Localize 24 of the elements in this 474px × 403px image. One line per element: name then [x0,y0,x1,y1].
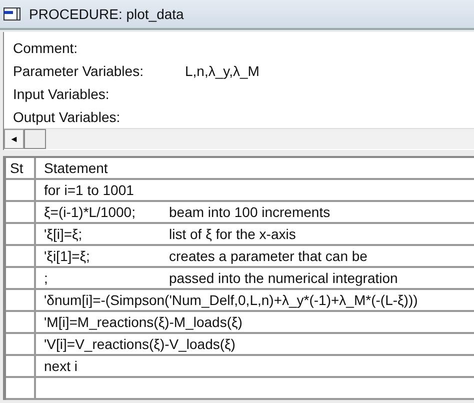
statement-code: 'M[i]=M_reactions(ξ)-M_loads(ξ) [44,313,242,332]
statement-code: 'δnum[i]=-(Simpson('Num_Delf,0,L,n)+λ_y*(-1)+λ_M*(-(L-ξ))) [44,291,418,310]
window-title: PROCEDURE: plot_data [29,6,184,22]
field-label: Parameter Variables: [13,62,144,78]
statement-comment: passed into the numerical integration [169,269,398,288]
field-label: Input Variables: [13,86,110,102]
statement-code: 'ξ[i]=ξ; [44,225,84,244]
statement-comment: list of ξ for the x-axis [169,225,296,244]
statement-code: next i [44,357,78,376]
statement-code: ; [44,269,49,288]
statement-code: for i=1 to 1001 [44,181,135,200]
field-label: Output Variables: [13,108,122,124]
column-header: Statement [43,159,109,178]
statement-comment: beam into 100 increments [169,203,330,222]
scroll-thumb[interactable] [24,129,46,149]
statement-comment: creates a parameter that can be [169,247,368,266]
statement-code: 'V[i]=V_reactions(ξ)-V_loads(ξ) [44,335,236,354]
statement-code: ξ=(i-1)*L/1000; [44,203,136,222]
field-label: Comment: [13,40,79,56]
column-header: St [6,158,36,178]
scroll-left-button[interactable]: ◄ [4,129,24,149]
field-value: L,n,λ_y,λ_M [185,62,260,78]
statement-code: 'ξi[1]=ξ; [44,247,91,266]
procedure-icon [3,6,21,22]
